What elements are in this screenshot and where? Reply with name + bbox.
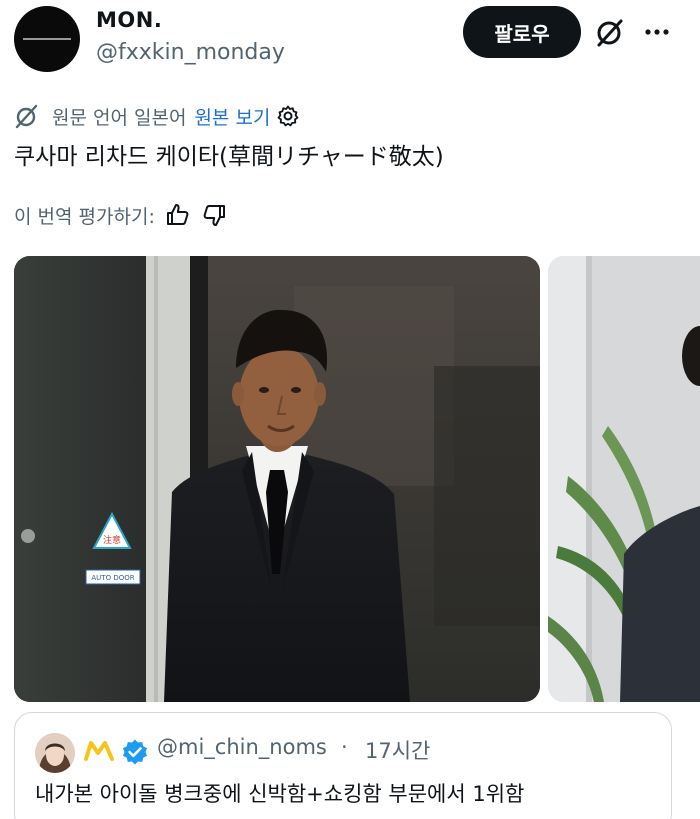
rate-translation-label: 이 번역 평가하기: <box>14 205 155 228</box>
quoted-tweet-text: 내가본 아이돌 병크중에 신박함+쇼킹함 부문에서 1위함 <box>35 782 525 806</box>
rate-translation-row: 이 번역 평가하기: <box>14 198 227 232</box>
source-language-label: 원문 언어 일본어 <box>52 106 187 129</box>
avatar-logo <box>23 38 71 40</box>
thumbs-up-icon[interactable] <box>165 202 191 228</box>
quoted-author-avatar[interactable] <box>35 733 75 773</box>
grok-icon[interactable] <box>594 16 626 48</box>
author-avatar[interactable] <box>14 6 80 72</box>
photo-man-in-suit: 注意 AUTO DOOR <box>14 256 540 702</box>
quoted-timestamp[interactable]: 17시간 <box>365 735 430 765</box>
grok-translate-icon <box>15 104 38 129</box>
photo-2-partial <box>548 256 700 702</box>
tweet-photo-2[interactable] <box>548 256 700 702</box>
verified-badge-icon <box>123 739 147 765</box>
author-display-name[interactable]: MON. <box>96 8 162 32</box>
door-label-text: AUTO DOOR <box>91 574 134 582</box>
yellow-m-badge-icon <box>84 741 114 761</box>
translation-info-row: 원문 언어 일본어 원본 보기 <box>14 100 300 132</box>
gear-icon[interactable] <box>276 104 300 128</box>
tweet-text: 쿠사마 리차드 케이타(草間リチャード敬太) <box>14 144 444 170</box>
quoted-tweet[interactable]: @mi_chin_noms · 17시간 내가본 아이돌 병크중에 신박함+쇼킹… <box>14 712 672 819</box>
thumbs-down-icon[interactable] <box>201 202 227 228</box>
quoted-author-handle[interactable]: @mi_chin_noms <box>157 735 327 759</box>
follow-button[interactable]: 팔로우 <box>463 6 581 58</box>
door-sign-text: 注意 <box>103 534 121 546</box>
tweet-header: MON. @fxxkin_monday 팔로우 <box>0 0 700 90</box>
author-handle[interactable]: @fxxkin_monday <box>96 40 285 65</box>
quoted-separator: · <box>341 735 348 759</box>
show-original-link[interactable]: 원본 보기 <box>194 103 270 130</box>
tweet-photo-1[interactable]: 注意 AUTO DOOR <box>14 256 540 702</box>
more-icon[interactable] <box>641 16 673 48</box>
quoted-avatar-image <box>35 733 75 773</box>
